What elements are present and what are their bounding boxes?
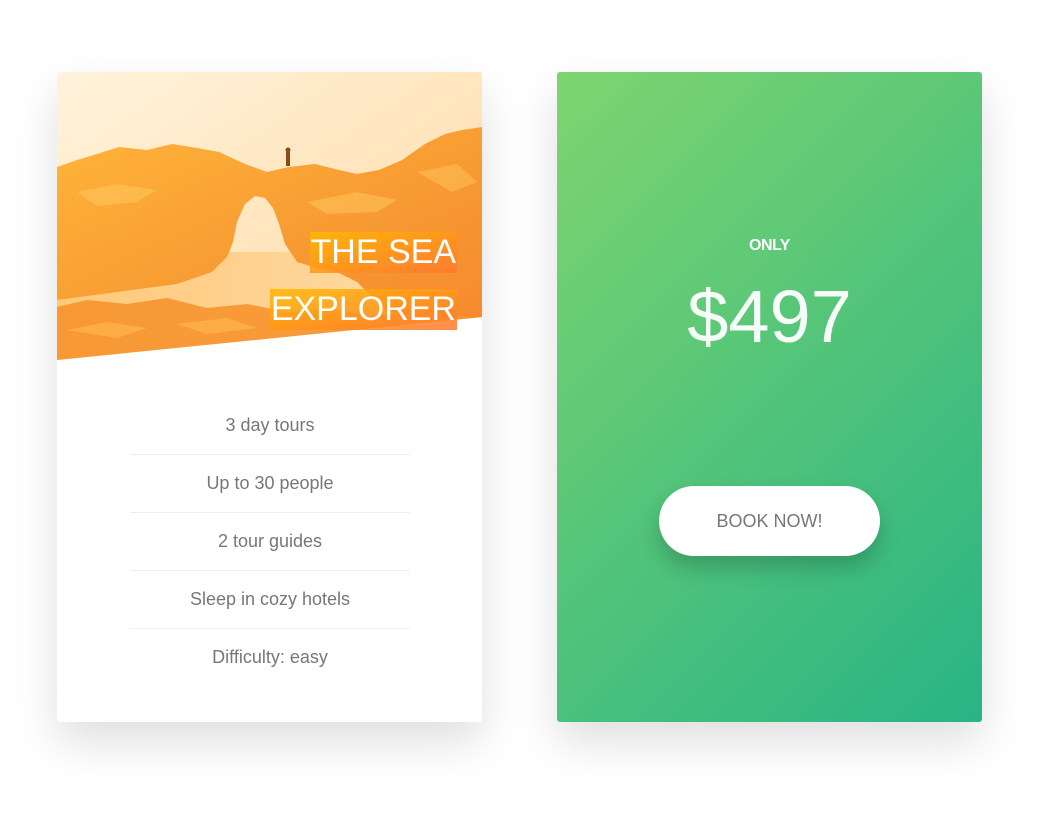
feature-guides: 2 tour guides bbox=[130, 513, 410, 571]
feature-difficulty: Difficulty: easy bbox=[212, 647, 328, 667]
book-now-button[interactable]: BOOK NOW! bbox=[659, 486, 880, 556]
feature-accommodation: Sleep in cozy hotels bbox=[130, 571, 410, 629]
price-value: $497 bbox=[687, 275, 852, 358]
tour-features-list: 3 day tours Up to 30 people 2 tour guide… bbox=[130, 397, 410, 686]
feature-group-size: Up to 30 people bbox=[130, 455, 410, 513]
tour-title-line-1: THE SEA bbox=[309, 232, 457, 273]
price-only-label: ONLY bbox=[749, 237, 790, 254]
tour-card-pair: THE SEA EXPLORER 3 day tours Up to 30 pe… bbox=[0, 0, 1039, 814]
tour-card-back: ONLY $497 BOOK NOW! bbox=[557, 72, 982, 722]
tour-card-front: THE SEA EXPLORER 3 day tours Up to 30 pe… bbox=[57, 72, 482, 722]
tour-title-line-2: EXPLORER bbox=[269, 289, 457, 330]
tour-title: THE SEA EXPLORER bbox=[269, 232, 457, 330]
feature-duration: 3 day tours bbox=[130, 397, 410, 455]
